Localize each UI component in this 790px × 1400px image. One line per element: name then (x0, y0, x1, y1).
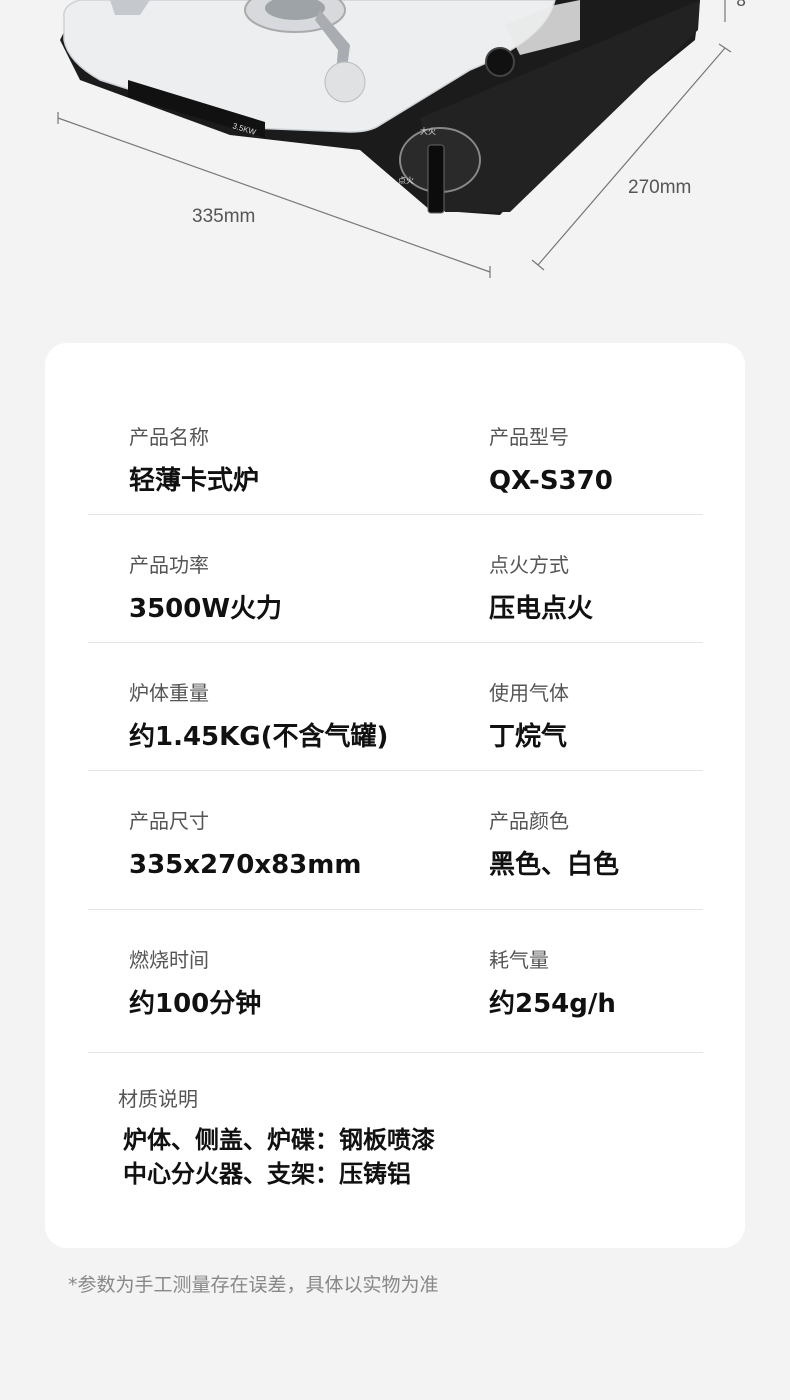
spec-value: 335x270x83mm (129, 850, 362, 880)
spec-cell-model: 产品型号 QX-S370 (489, 423, 613, 499)
product-image-area: 3.5KW 大火 点火 8 335mm 270mm (0, 0, 790, 300)
spec-cell-burn-time: 燃烧时间 约100分钟 (129, 946, 261, 1022)
spec-cell-gas-type: 使用气体 丁烷气 (489, 679, 569, 755)
knob-label-high: 大火 (420, 126, 436, 136)
measurement-disclaimer: *参数为手工测量存在误差，具体以实物为准 (68, 1274, 439, 1296)
material-line: 中心分火器、支架：压铸铝 (123, 1160, 411, 1188)
spec-cell-weight: 炉体重量 约1.45KG(不含气罐) (129, 679, 388, 755)
material-section: 材质说明 炉体、侧盖、炉碟：钢板喷漆 中心分火器、支架：压铸铝 (118, 1085, 435, 1191)
spec-row: 产品名称 轻薄卡式炉 产品型号 QX-S370 (88, 423, 703, 515)
spec-value: 丁烷气 (489, 722, 568, 752)
spec-row: 产品尺寸 335x270x83mm 产品颜色 黑色、白色 (88, 807, 703, 910)
knob-label-ignite: 点火 (398, 176, 414, 185)
spec-card: 产品名称 轻薄卡式炉 产品型号 QX-S370 产品功率 3500W火力 点火方… (45, 343, 745, 1248)
material-label: 材质说明 (118, 1087, 198, 1111)
spec-value: 黑色、白色 (489, 850, 620, 880)
spec-value: QX-S370 (489, 466, 613, 496)
spec-row: 炉体重量 约1.45KG(不含气罐) 使用气体 丁烷气 (88, 679, 703, 771)
spec-label: 耗气量 (489, 948, 549, 972)
spec-row: 产品功率 3500W火力 点火方式 压电点火 (88, 551, 703, 643)
spec-label: 产品尺寸 (129, 809, 209, 833)
spec-cell-power: 产品功率 3500W火力 (129, 551, 282, 627)
spec-label: 产品功率 (129, 553, 209, 577)
spec-label: 产品颜色 (489, 809, 569, 833)
spec-label: 燃烧时间 (129, 948, 209, 972)
spec-label: 产品名称 (129, 425, 209, 449)
spec-cell-ignition: 点火方式 压电点火 (489, 551, 593, 627)
spec-label: 产品型号 (489, 425, 569, 449)
width-dimension-label: 335mm (192, 206, 256, 227)
spec-value: 压电点火 (489, 594, 594, 624)
spec-value: 约1.45KG(不含气罐) (129, 722, 389, 752)
spec-cell-gas-consumption: 耗气量 约254g/h (489, 946, 616, 1022)
spec-label: 点火方式 (489, 553, 569, 577)
spec-label: 炉体重量 (129, 681, 209, 705)
knob-handle (427, 144, 445, 214)
cassette-stove-illustration: 3.5KW 大火 点火 8 (57, 0, 746, 278)
spec-label: 使用气体 (489, 681, 569, 705)
spec-cell-size: 产品尺寸 335x270x83mm (129, 807, 361, 883)
spec-value: 3500W火力 (129, 594, 283, 624)
spec-cell-product-name: 产品名称 轻薄卡式炉 (129, 423, 259, 499)
spec-row: 燃烧时间 约100分钟 耗气量 约254g/h (88, 946, 703, 1053)
spec-value: 轻薄卡式炉 (129, 466, 260, 496)
height-dimension-label: 8 (736, 0, 746, 10)
spec-cell-color: 产品颜色 黑色、白色 (489, 807, 619, 883)
spec-value: 约254g/h (489, 989, 616, 1019)
depth-dimension-label: 270mm (628, 177, 692, 198)
gas-inlet-port (485, 47, 515, 77)
spec-value: 约100分钟 (129, 989, 262, 1019)
material-line: 炉体、侧盖、炉碟：钢板喷漆 (123, 1126, 435, 1154)
